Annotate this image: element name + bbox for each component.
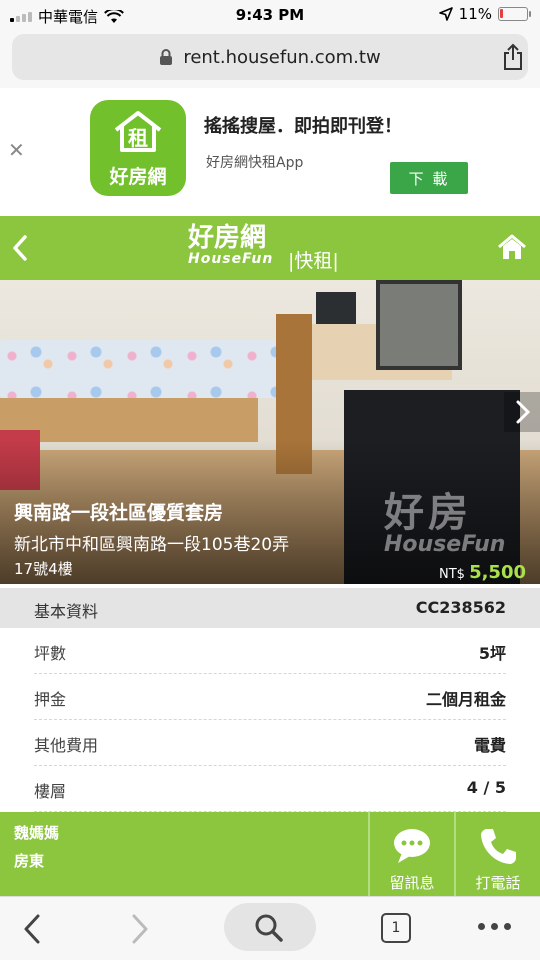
owner-role: 房東 <box>14 852 45 870</box>
download-button[interactable]: 下 載 <box>390 162 468 194</box>
photo-watermark: 好房 HouseFun <box>384 490 506 557</box>
app-promo-banner: ✕ 租 好房網 搖搖搜屋．即拍即刊登！ 好房網快租App 下 載 <box>0 88 540 216</box>
site-header: 好房網 HouseFun |快租| <box>0 216 540 280</box>
info-row-size: 坪數 5坪 <box>34 628 506 674</box>
house-icon: 租 <box>114 111 162 152</box>
url-text: rent.housefun.com.tw <box>183 46 381 68</box>
listing-address-line2: 17號4樓 <box>14 560 73 578</box>
logo-en: HouseFun <box>188 251 274 267</box>
info-row-other-fees: 其他費用 電費 <box>34 720 506 766</box>
chat-bubble-icon <box>394 829 430 863</box>
share-icon[interactable] <box>502 43 524 71</box>
address-bar[interactable]: rent.housefun.com.tw <box>12 34 528 80</box>
photo-bed-pattern <box>0 340 278 398</box>
message-label: 留訊息 <box>389 874 435 892</box>
price-value: 5,500 <box>469 562 526 583</box>
listing-photo[interactable]: 好房 HouseFun 興南路一段社區優質套房 新北市中和區興南路一段105巷2… <box>0 280 540 584</box>
browser-address-area: rent.housefun.com.tw <box>0 30 540 88</box>
call-button[interactable]: 打電話 <box>454 812 538 896</box>
back-icon[interactable] <box>12 234 28 262</box>
battery-icon <box>498 7 531 21</box>
listing-price: NT$ 5,500 <box>439 562 526 583</box>
listing-id: CC238562 <box>415 598 506 617</box>
logo-section: |快租| <box>288 250 339 272</box>
status-bar: 中華電信 9:43 PM 11% <box>0 0 540 30</box>
app-icon-char: 租 <box>128 126 148 150</box>
home-icon[interactable] <box>498 234 526 260</box>
next-photo-icon[interactable] <box>504 392 540 432</box>
app-icon-name: 好房網 <box>109 166 167 188</box>
banner-subtitle: 好房網快租App <box>206 155 304 171</box>
tabs-button[interactable]: 1 <box>381 913 411 943</box>
info-row-floor: 樓層 4 / 5 <box>34 766 506 812</box>
listing-address-line1: 新北市中和區興南路一段105巷20弄 <box>14 535 290 555</box>
owner-name: 魏媽媽 <box>14 824 60 842</box>
more-icon[interactable] <box>478 923 511 930</box>
price-currency: NT$ <box>438 567 465 582</box>
phone-icon <box>481 829 516 864</box>
info-row-deposit: 押金 二個月租金 <box>34 674 506 720</box>
info-header-label: 基本資料 <box>34 602 99 621</box>
lock-icon <box>160 49 173 65</box>
browser-toolbar: 1 <box>0 896 540 960</box>
banner-title: 搖搖搜屋．即拍即刊登！ <box>204 116 402 137</box>
info-header: 基本資料 CC238562 <box>0 588 540 628</box>
status-right: 11% <box>438 5 531 23</box>
logo-main: 好房網 <box>188 223 267 253</box>
app-icon[interactable]: 租 好房網 <box>90 100 186 196</box>
call-label: 打電話 <box>475 874 521 892</box>
browser-back-icon[interactable] <box>22 913 42 945</box>
browser-forward-icon[interactable] <box>130 913 150 945</box>
message-button[interactable]: 留訊息 <box>368 812 452 896</box>
listing-title: 興南路一段社區優質套房 <box>14 502 224 524</box>
browser-search-button[interactable] <box>224 903 316 951</box>
close-icon[interactable]: ✕ <box>8 138 25 162</box>
site-logo[interactable]: 好房網 HouseFun |快租| <box>188 223 339 272</box>
battery-percent: 11% <box>458 5 492 23</box>
contact-bar: 魏媽媽 房東 留訊息 打電話 <box>0 812 540 896</box>
search-icon <box>255 914 283 942</box>
location-arrow-icon <box>438 7 453 21</box>
photo-window <box>376 280 462 370</box>
